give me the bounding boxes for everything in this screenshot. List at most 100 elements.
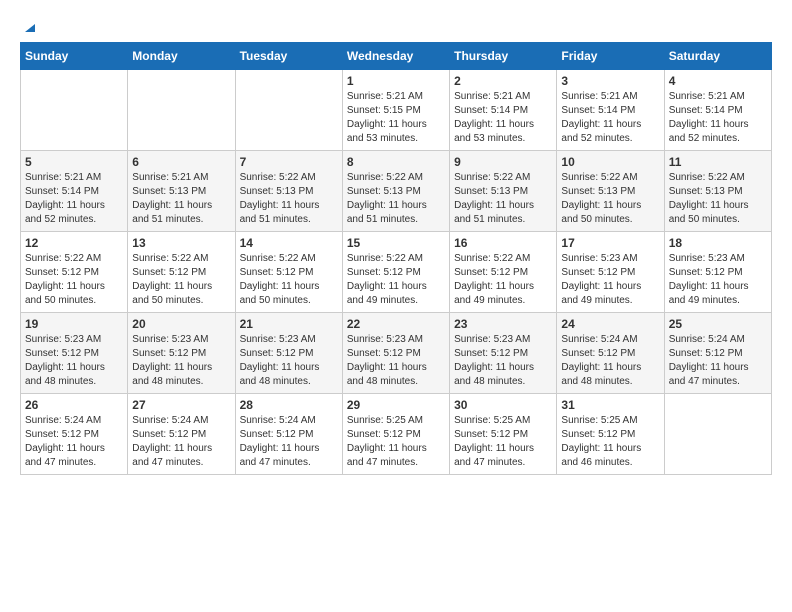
weekday-header-wednesday: Wednesday (342, 43, 449, 70)
calendar-cell (21, 70, 128, 151)
week-row-1: 1 Sunrise: 5:21 AMSunset: 5:15 PMDaylight… (21, 70, 772, 151)
calendar-cell: 2Sunrise: 5:21 AMSunset: 5:14 PMDaylight… (450, 70, 557, 151)
calendar-cell: 17 Sunrise: 5:23 AMSunset: 5:12 PMDayligh… (557, 232, 664, 313)
day-number: 1 (347, 74, 445, 88)
calendar-cell: 27 Sunrise: 5:24 AMSunset: 5:12 PMDayligh… (128, 394, 235, 475)
calendar-cell: 11 Sunrise: 5:22 AMSunset: 5:13 PMDayligh… (664, 151, 771, 232)
calendar-cell (128, 70, 235, 151)
calendar-cell: 19 Sunrise: 5:23 AMSunset: 5:12 PMDayligh… (21, 313, 128, 394)
day-number: 30 (454, 398, 552, 412)
day-number: 10 (561, 155, 659, 169)
day-number: 9 (454, 155, 552, 169)
calendar-cell: 28 Sunrise: 5:24 AMSunset: 5:12 PMDayligh… (235, 394, 342, 475)
day-number: 20 (132, 317, 230, 331)
weekday-header-tuesday: Tuesday (235, 43, 342, 70)
calendar-cell: 6 Sunrise: 5:21 AMSunset: 5:13 PMDaylight… (128, 151, 235, 232)
day-number: 31 (561, 398, 659, 412)
weekday-header-row: SundayMondayTuesdayWednesdayThursdayFrid… (21, 43, 772, 70)
logo (20, 20, 37, 32)
calendar-cell: 15 Sunrise: 5:22 AMSunset: 5:12 PMDayligh… (342, 232, 449, 313)
calendar-cell: 4 Sunrise: 5:21 AMSunset: 5:14 PMDaylight… (664, 70, 771, 151)
calendar-cell: 1 Sunrise: 5:21 AMSunset: 5:15 PMDaylight… (342, 70, 449, 151)
day-number: 19 (25, 317, 123, 331)
day-info: Sunrise: 5:23 AMSunset: 5:12 PMDaylight:… (132, 333, 230, 389)
logo-triangle-icon (21, 18, 37, 34)
day-info: Sunrise: 5:22 AMSunset: 5:13 PMDaylight:… (454, 171, 552, 227)
day-info: Sunrise: 5:21 AMSunset: 5:14 PMDaylight:… (561, 90, 659, 146)
calendar-cell: 16Sunrise: 5:22 AMSunset: 5:12 PMDayligh… (450, 232, 557, 313)
day-number: 5 (25, 155, 123, 169)
calendar-cell: 5 Sunrise: 5:21 AMSunset: 5:14 PMDaylight… (21, 151, 128, 232)
calendar-cell: 3 Sunrise: 5:21 AMSunset: 5:14 PMDaylight… (557, 70, 664, 151)
day-number: 16 (454, 236, 552, 250)
day-info: Sunrise: 5:24 AMSunset: 5:12 PMDaylight:… (669, 333, 767, 389)
day-number: 17 (561, 236, 659, 250)
page-header (20, 20, 772, 32)
day-number: 18 (669, 236, 767, 250)
day-number: 11 (669, 155, 767, 169)
day-number: 4 (669, 74, 767, 88)
day-number: 12 (25, 236, 123, 250)
calendar-cell: 20 Sunrise: 5:23 AMSunset: 5:12 PMDayligh… (128, 313, 235, 394)
day-number: 8 (347, 155, 445, 169)
calendar-cell: 10 Sunrise: 5:22 AMSunset: 5:13 PMDayligh… (557, 151, 664, 232)
day-number: 27 (132, 398, 230, 412)
day-info: Sunrise: 5:23 AMSunset: 5:12 PMDaylight:… (561, 252, 659, 308)
day-number: 28 (240, 398, 338, 412)
day-info: Sunrise: 5:22 AMSunset: 5:13 PMDaylight:… (347, 171, 445, 227)
day-number: 3 (561, 74, 659, 88)
weekday-header-monday: Monday (128, 43, 235, 70)
day-info: Sunrise: 5:23 AMSunset: 5:12 PMDaylight:… (240, 333, 338, 389)
calendar-cell: 29Sunrise: 5:25 AMSunset: 5:12 PMDayligh… (342, 394, 449, 475)
weekday-header-friday: Friday (557, 43, 664, 70)
day-info: Sunrise: 5:23 AMSunset: 5:12 PMDaylight:… (454, 333, 552, 389)
day-number: 26 (25, 398, 123, 412)
day-number: 29 (347, 398, 445, 412)
day-info: Sunrise: 5:22 AMSunset: 5:13 PMDaylight:… (561, 171, 659, 227)
day-number: 13 (132, 236, 230, 250)
calendar-cell: 14Sunrise: 5:22 AMSunset: 5:12 PMDayligh… (235, 232, 342, 313)
day-info: Sunrise: 5:21 AMSunset: 5:14 PMDaylight:… (25, 171, 123, 227)
day-info: Sunrise: 5:22 AMSunset: 5:12 PMDaylight:… (347, 252, 445, 308)
day-info: Sunrise: 5:23 AMSunset: 5:12 PMDaylight:… (25, 333, 123, 389)
calendar-cell: 25 Sunrise: 5:24 AMSunset: 5:12 PMDayligh… (664, 313, 771, 394)
week-row-5: 26 Sunrise: 5:24 AMSunset: 5:12 PMDayligh… (21, 394, 772, 475)
day-number: 15 (347, 236, 445, 250)
calendar-cell: 18 Sunrise: 5:23 AMSunset: 5:12 PMDayligh… (664, 232, 771, 313)
calendar-table: SundayMondayTuesdayWednesdayThursdayFrid… (20, 42, 772, 475)
calendar-cell (664, 394, 771, 475)
calendar-cell: 23 Sunrise: 5:23 AMSunset: 5:12 PMDayligh… (450, 313, 557, 394)
day-number: 6 (132, 155, 230, 169)
day-info: Sunrise: 5:24 AMSunset: 5:12 PMDaylight:… (240, 414, 338, 470)
day-number: 21 (240, 317, 338, 331)
calendar-cell: 21 Sunrise: 5:23 AMSunset: 5:12 PMDayligh… (235, 313, 342, 394)
day-info: Sunrise: 5:22 AMSunset: 5:13 PMDaylight:… (669, 171, 767, 227)
calendar-cell: 22Sunrise: 5:23 AMSunset: 5:12 PMDayligh… (342, 313, 449, 394)
day-info: Sunrise: 5:24 AMSunset: 5:12 PMDaylight:… (132, 414, 230, 470)
day-info: Sunrise: 5:22 AMSunset: 5:13 PMDaylight:… (240, 171, 338, 227)
day-number: 24 (561, 317, 659, 331)
day-number: 25 (669, 317, 767, 331)
calendar-cell: 13 Sunrise: 5:22 AMSunset: 5:12 PMDayligh… (128, 232, 235, 313)
weekday-header-sunday: Sunday (21, 43, 128, 70)
calendar-cell: 7 Sunrise: 5:22 AMSunset: 5:13 PMDaylight… (235, 151, 342, 232)
week-row-4: 19 Sunrise: 5:23 AMSunset: 5:12 PMDayligh… (21, 313, 772, 394)
day-info: Sunrise: 5:21 AMSunset: 5:13 PMDaylight:… (132, 171, 230, 227)
day-info: Sunrise: 5:24 AMSunset: 5:12 PMDaylight:… (25, 414, 123, 470)
day-number: 22 (347, 317, 445, 331)
day-number: 23 (454, 317, 552, 331)
calendar-cell: 12 Sunrise: 5:22 AMSunset: 5:12 PMDayligh… (21, 232, 128, 313)
calendar-cell: 30Sunrise: 5:25 AMSunset: 5:12 PMDayligh… (450, 394, 557, 475)
week-row-3: 12 Sunrise: 5:22 AMSunset: 5:12 PMDayligh… (21, 232, 772, 313)
day-info: Sunrise: 5:21 AMSunset: 5:14 PMDaylight:… (669, 90, 767, 146)
day-number: 7 (240, 155, 338, 169)
day-info: Sunrise: 5:22 AMSunset: 5:12 PMDaylight:… (25, 252, 123, 308)
day-info: Sunrise: 5:22 AMSunset: 5:12 PMDaylight:… (132, 252, 230, 308)
week-row-2: 5 Sunrise: 5:21 AMSunset: 5:14 PMDaylight… (21, 151, 772, 232)
day-info: Sunrise: 5:23 AMSunset: 5:12 PMDaylight:… (669, 252, 767, 308)
day-info: Sunrise: 5:25 AMSunset: 5:12 PMDaylight:… (561, 414, 659, 470)
day-info: Sunrise: 5:22 AMSunset: 5:12 PMDaylight:… (240, 252, 338, 308)
day-info: Sunrise: 5:21 AMSunset: 5:15 PMDaylight:… (347, 90, 445, 146)
calendar-cell: 9 Sunrise: 5:22 AMSunset: 5:13 PMDaylight… (450, 151, 557, 232)
weekday-header-thursday: Thursday (450, 43, 557, 70)
